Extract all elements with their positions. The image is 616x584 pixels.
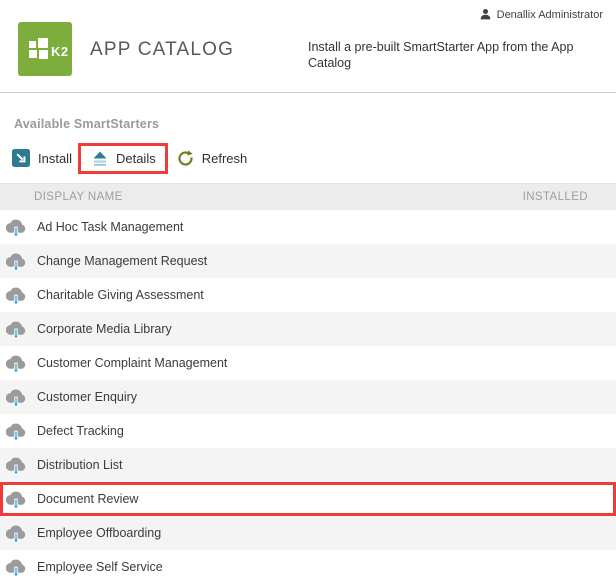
user-name: Denallix Administrator <box>496 8 603 21</box>
cloud-download-icon <box>6 284 26 306</box>
details-label: Details <box>115 150 156 166</box>
cloud-download-icon <box>6 250 26 272</box>
user-menu[interactable]: Denallix Administrator <box>479 8 603 21</box>
table-row[interactable]: Defect Tracking <box>0 414 616 448</box>
table-header: DISPLAY NAME INSTALLED <box>0 183 616 210</box>
cloud-download-icon <box>6 556 26 578</box>
smartstarter-name: Employee Offboarding <box>37 526 162 540</box>
annotation-box-details: Details <box>77 142 168 174</box>
smartstarter-name: Customer Complaint Management <box>37 356 228 370</box>
page-title: APP CATALOG <box>90 39 235 60</box>
k2-logo-text: K2 <box>51 44 69 59</box>
toolbar: Install Details Refresh <box>12 139 616 177</box>
k2-logo: K2 <box>18 22 72 76</box>
table-row[interactable]: Corporate Media Library <box>0 312 616 346</box>
user-icon <box>480 9 490 20</box>
table-row[interactable]: Charitable Giving Assessment <box>0 278 616 312</box>
smartstarter-name: Distribution List <box>37 458 123 472</box>
table-row[interactable]: Customer Complaint Management <box>0 346 616 380</box>
table-row[interactable]: Distribution List <box>0 448 616 482</box>
cloud-download-icon <box>6 216 26 238</box>
smartstarter-name: Employee Self Service <box>37 560 163 574</box>
cloud-download-icon <box>6 522 26 544</box>
table-row[interactable]: Employee Offboarding <box>0 516 616 550</box>
table-row[interactable]: Customer Enquiry <box>0 380 616 414</box>
install-icon <box>12 149 30 167</box>
refresh-label: Refresh <box>201 150 248 166</box>
cloud-download-icon <box>6 454 26 476</box>
details-icon <box>93 151 107 166</box>
smartstarter-name: Defect Tracking <box>37 424 124 438</box>
install-button[interactable]: Install <box>12 149 72 167</box>
smartstarter-name: Document Review <box>37 492 139 506</box>
table-row[interactable]: Employee Self Service <box>0 550 616 584</box>
section-title: Available SmartStarters <box>14 117 160 131</box>
details-button[interactable]: Details <box>92 150 156 167</box>
column-header-installed: INSTALLED <box>522 191 588 203</box>
cloud-download-icon <box>6 318 26 340</box>
app-header: K2 APP CATALOG Install a pre-built Smart… <box>0 0 616 93</box>
cloud-download-icon <box>6 352 26 374</box>
column-header-display-name: DISPLAY NAME <box>34 191 123 203</box>
page-description: Install a pre-built SmartStarter App fro… <box>308 40 574 70</box>
smartstarter-name: Corporate Media Library <box>37 322 172 336</box>
cloud-download-icon <box>6 386 26 408</box>
k2-logo-squares-icon <box>29 38 50 59</box>
smartstarter-name: Change Management Request <box>37 254 208 268</box>
smartstarter-name: Customer Enquiry <box>37 390 138 404</box>
smartstarter-list: Ad Hoc Task Management Change Management… <box>0 210 616 584</box>
cloud-download-icon <box>6 488 26 510</box>
smartstarter-name: Ad Hoc Task Management <box>37 220 184 234</box>
table-row[interactable]: Document Review <box>0 482 616 516</box>
cloud-download-icon <box>6 420 26 442</box>
install-label: Install <box>38 150 72 166</box>
table-row[interactable]: Ad Hoc Task Management <box>0 210 616 244</box>
smartstarter-name: Charitable Giving Assessment <box>37 288 204 302</box>
refresh-icon <box>178 149 193 166</box>
table-row[interactable]: Change Management Request <box>0 244 616 278</box>
refresh-button[interactable]: Refresh <box>177 149 248 167</box>
